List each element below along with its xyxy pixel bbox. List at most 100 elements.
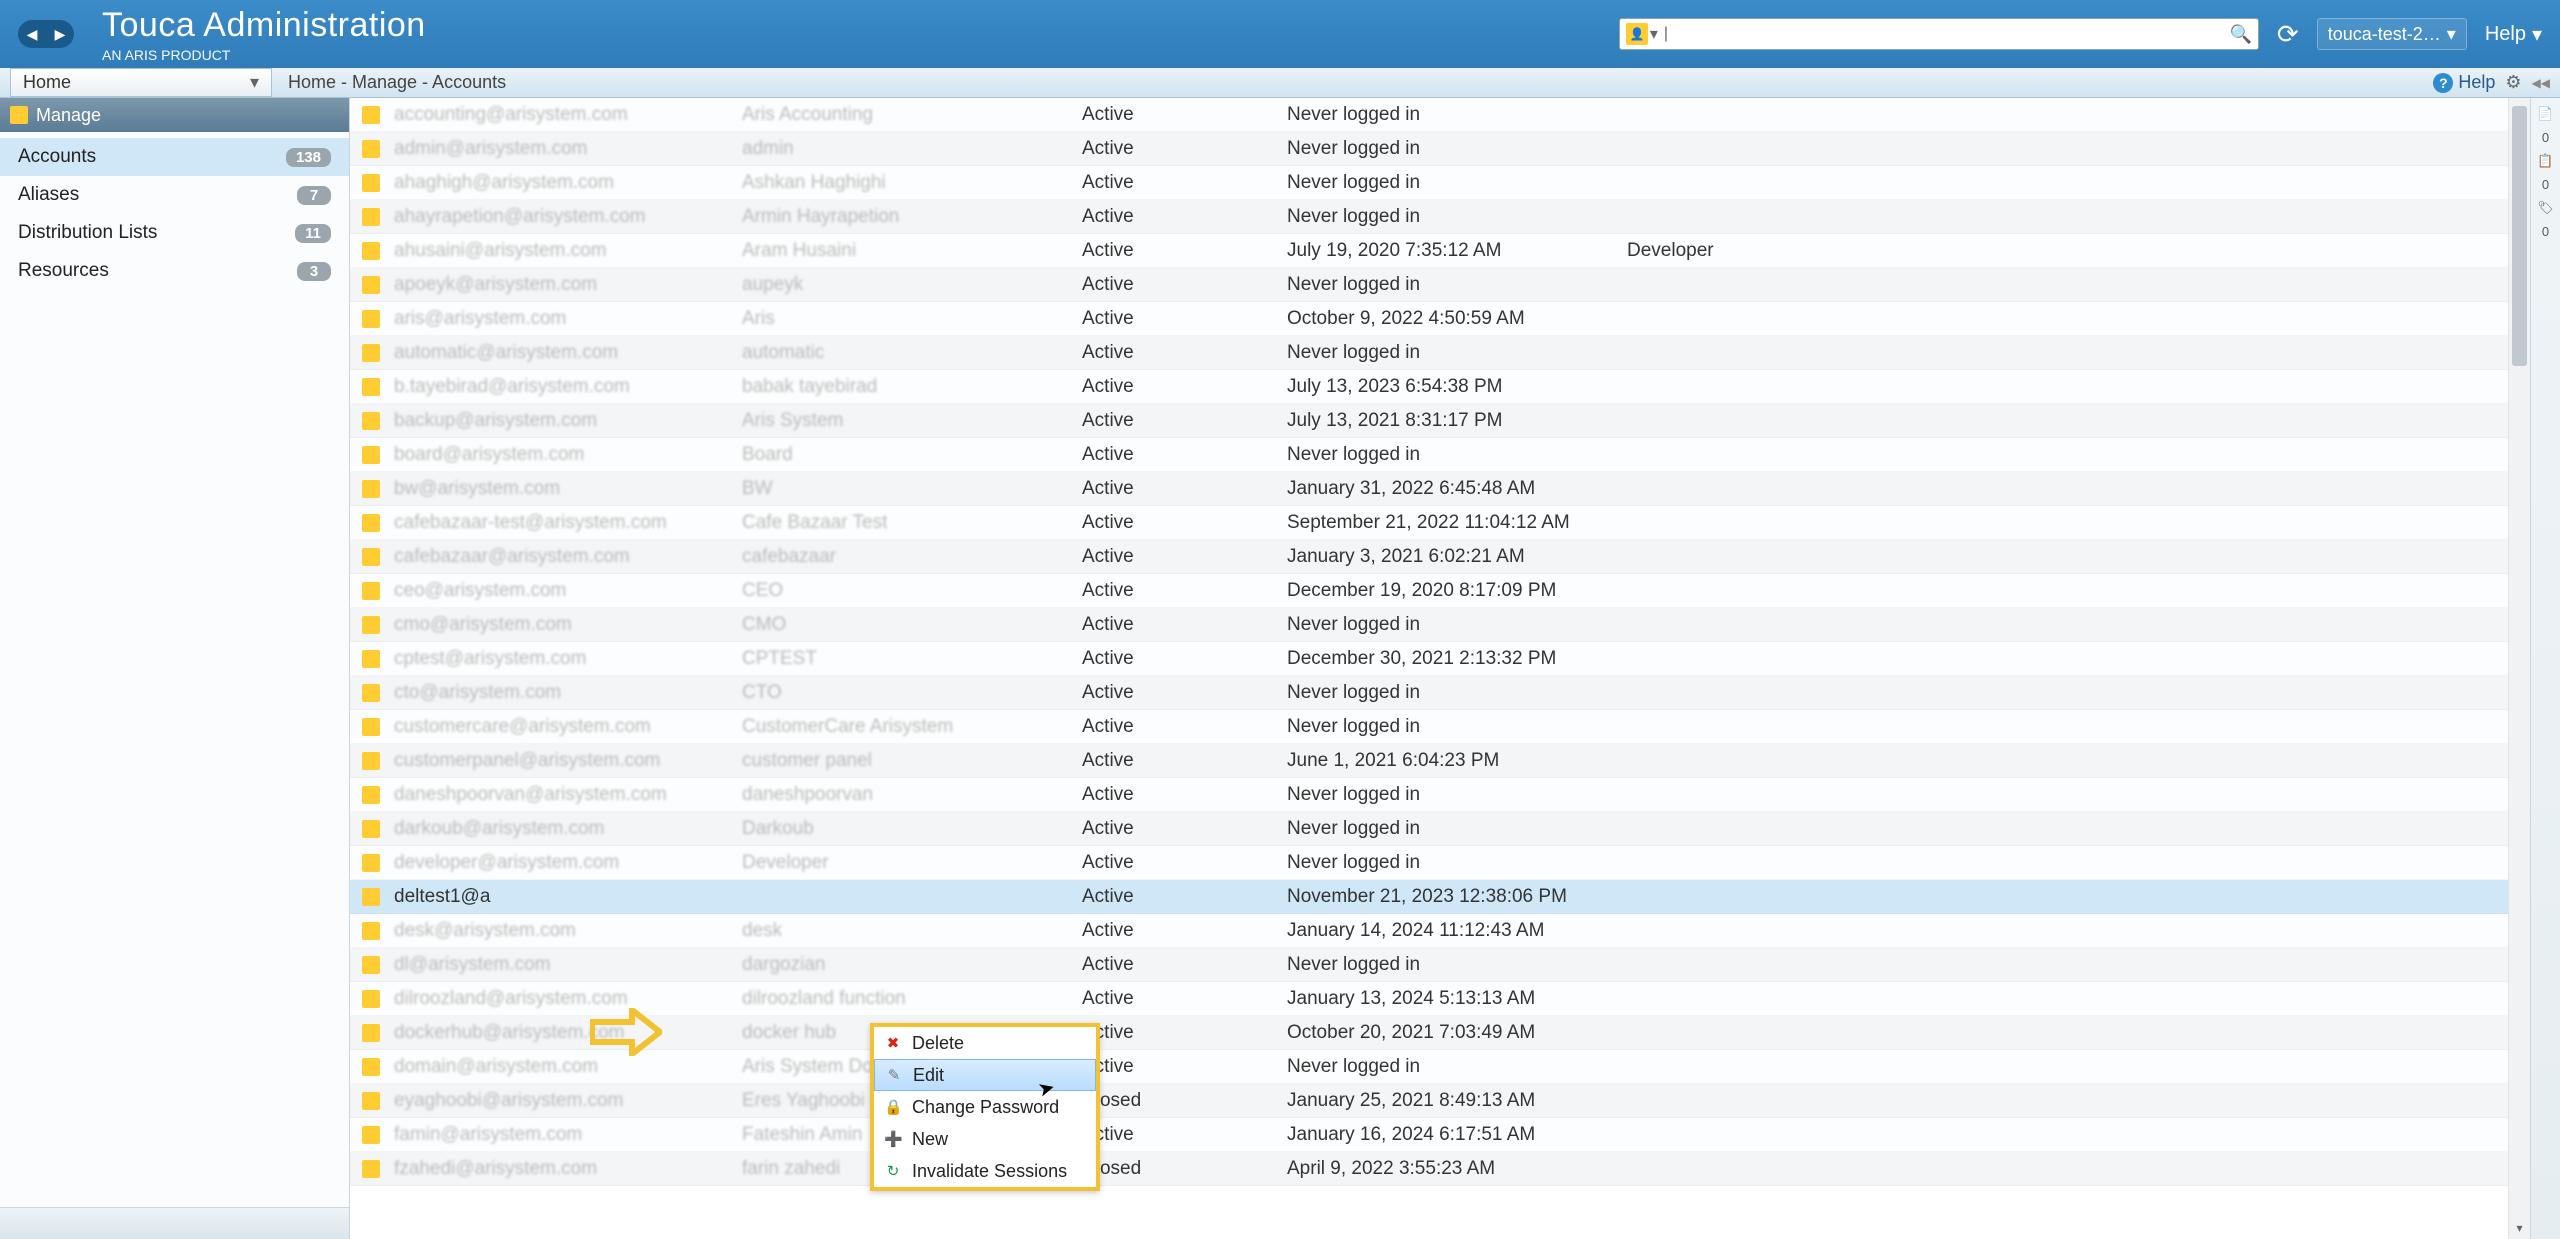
table-row[interactable]: ahayrapetion@arisystem.comArmin Hayrapet… xyxy=(350,200,2530,234)
cell-login: Never logged in xyxy=(1287,172,1627,194)
row-icon-cell xyxy=(350,412,392,430)
table-row[interactable]: ahusaini@arisystem.comAram HusainiActive… xyxy=(350,234,2530,268)
cell-name: customer panel xyxy=(742,750,1082,772)
person-icon xyxy=(362,378,380,396)
user-menu[interactable]: touca-test-2… ▾ xyxy=(2317,18,2467,50)
table-row[interactable]: cafebazaar@arisystem.comcafebazaarActive… xyxy=(350,540,2530,574)
nav-back-icon: ◀ xyxy=(27,26,38,43)
table-row[interactable]: cptest@arisystem.comCPTESTActiveDecember… xyxy=(350,642,2530,676)
search-icon[interactable]: 🔍 xyxy=(2230,24,2252,45)
ctx-item-new[interactable]: ➕New xyxy=(874,1123,1096,1155)
table-row[interactable]: cto@arisystem.comCTOActiveNever logged i… xyxy=(350,676,2530,710)
row-icon-cell xyxy=(350,1126,392,1144)
home-dropdown[interactable]: Home ▾ xyxy=(10,68,272,97)
nav-back-forward[interactable]: ◀ ▶ xyxy=(18,20,74,48)
nav-forward-icon: ▶ xyxy=(55,26,66,43)
table-row[interactable]: ahaghigh@arisystem.comAshkan HaghighiAct… xyxy=(350,166,2530,200)
sidebar-header[interactable]: Manage xyxy=(0,98,349,132)
table-row[interactable]: automatic@arisystem.comautomaticActiveNe… xyxy=(350,336,2530,370)
person-icon xyxy=(362,480,380,498)
search-input[interactable] xyxy=(1672,20,2230,48)
table-row[interactable]: dl@arisystem.comdargozianActiveNever log… xyxy=(350,948,2530,982)
table-row[interactable]: apoeyk@arisystem.comaupeykActiveNever lo… xyxy=(350,268,2530,302)
cell-email: domain@arisystem.com xyxy=(392,1056,742,1078)
table-row[interactable]: cafebazaar-test@arisystem.comCafe Bazaar… xyxy=(350,506,2530,540)
ctx-item-delete[interactable]: ✖Delete xyxy=(874,1027,1096,1059)
person-icon xyxy=(362,922,380,940)
rail-icon-1[interactable]: 📄 xyxy=(2536,104,2556,124)
cell-email: cmo@arisystem.com xyxy=(392,614,742,636)
person-icon xyxy=(362,310,380,328)
cell-login: Never logged in xyxy=(1287,716,1627,738)
cell-email: darkoub@arisystem.com xyxy=(392,818,742,840)
table-row[interactable]: backup@arisystem.comAris SystemActiveJul… xyxy=(350,404,2530,438)
row-icon-cell xyxy=(350,446,392,464)
cell-login: September 21, 2022 11:04:12 AM xyxy=(1287,512,1627,534)
cell-status: Closed xyxy=(1082,1158,1287,1180)
cell-status: Active xyxy=(1082,274,1287,296)
cell-email: board@arisystem.com xyxy=(392,444,742,466)
person-icon xyxy=(362,990,380,1008)
collapse-icon[interactable]: ◀◀ xyxy=(2532,76,2550,90)
row-icon-cell xyxy=(350,922,392,940)
dropdown-caret-icon[interactable]: ▾ xyxy=(1648,24,1660,44)
table-row[interactable]: customerpanel@arisystem.comcustomer pane… xyxy=(350,744,2530,778)
table-row[interactable]: dilroozland@arisystem.comdilroozland fun… xyxy=(350,982,2530,1016)
refresh-icon[interactable]: ⟳ xyxy=(2277,19,2299,50)
search-box[interactable]: 👤 ▾ | 🔍 xyxy=(1619,18,2259,50)
cell-email: dilroozland@arisystem.com xyxy=(392,988,742,1010)
table-row[interactable]: eyaghoobi@arisystem.comEres YaghoobiClos… xyxy=(350,1084,2530,1118)
table-row[interactable]: developer@arisystem.comDeveloperActiveNe… xyxy=(350,846,2530,880)
sidebar-item-distribution-lists[interactable]: Distribution Lists11 xyxy=(0,214,349,252)
table-row[interactable]: dockerhub@arisystem.comdocker hubActiveO… xyxy=(350,1016,2530,1050)
table-row[interactable]: fzahedi@arisystem.comfarin zahediClosedA… xyxy=(350,1152,2530,1186)
table-row[interactable]: domain@arisystem.comAris System DomainAc… xyxy=(350,1050,2530,1084)
cell-login: July 13, 2023 6:54:38 PM xyxy=(1287,376,1627,398)
sidebar-item-label: Aliases xyxy=(18,184,79,206)
table-row[interactable]: cmo@arisystem.comCMOActiveNever logged i… xyxy=(350,608,2530,642)
sidebar-item-count: 3 xyxy=(297,262,331,281)
ctx-item-invalidate-sessions[interactable]: ↻Invalidate Sessions xyxy=(874,1155,1096,1187)
table-row[interactable]: admin@arisystem.comadminActiveNever logg… xyxy=(350,132,2530,166)
cell-status: Active xyxy=(1082,954,1287,976)
cell-login: Never logged in xyxy=(1287,852,1627,874)
rail-icon-2[interactable]: 📋 xyxy=(2536,151,2556,171)
scroll-down-icon[interactable]: ▾ xyxy=(2509,1221,2530,1235)
table-row[interactable]: bw@arisystem.comBWActiveJanuary 31, 2022… xyxy=(350,472,2530,506)
row-icon-cell xyxy=(350,344,392,362)
vertical-scrollbar[interactable]: ▾ xyxy=(2508,98,2530,1239)
ctx-item-edit[interactable]: ✎Edit xyxy=(874,1059,1096,1091)
sidebar-item-accounts[interactable]: Accounts138 xyxy=(0,138,349,176)
cell-email: bw@arisystem.com xyxy=(392,478,742,500)
table-row[interactable]: daneshpoorvan@arisystem.comdaneshpoorvan… xyxy=(350,778,2530,812)
cell-name: CPTEST xyxy=(742,648,1082,670)
cell-status: Active xyxy=(1082,1022,1287,1044)
row-icon-cell xyxy=(350,140,392,158)
table-row[interactable]: desk@arisystem.comdeskActiveJanuary 14, … xyxy=(350,914,2530,948)
table-row[interactable]: famin@arisystem.comFateshin AminActiveJa… xyxy=(350,1118,2530,1152)
rail-icon-3[interactable]: 🏷 xyxy=(2536,198,2556,218)
table-row[interactable]: ceo@arisystem.comCEOActiveDecember 19, 2… xyxy=(350,574,2530,608)
table-row[interactable]: aris@arisystem.comArisActiveOctober 9, 2… xyxy=(350,302,2530,336)
cell-name: aupeyk xyxy=(742,274,1082,296)
cell-name: cafebazaar xyxy=(742,546,1082,568)
row-icon-cell xyxy=(350,616,392,634)
table-row[interactable]: b.tayebirad@arisystem.combabak tayebirad… xyxy=(350,370,2530,404)
sidebar-item-aliases[interactable]: Aliases7 xyxy=(0,176,349,214)
table-row[interactable]: darkoub@arisystem.comDarkoubActiveNever … xyxy=(350,812,2530,846)
table-row[interactable]: deltest1@aActiveNovember 21, 2023 12:38:… xyxy=(350,880,2530,914)
sidebar-item-resources[interactable]: Resources3 xyxy=(0,252,349,290)
table-row[interactable]: board@arisystem.comBoardActiveNever logg… xyxy=(350,438,2530,472)
row-icon-cell xyxy=(350,1092,392,1110)
help-icon: ? xyxy=(2433,73,2453,93)
help-button[interactable]: ? Help xyxy=(2433,72,2495,93)
breadcrumb[interactable]: Home - Manage - Accounts xyxy=(272,68,2423,97)
row-icon-cell xyxy=(350,718,392,736)
scroll-thumb[interactable] xyxy=(2512,106,2527,366)
help-menu[interactable]: Help ▾ xyxy=(2485,22,2542,47)
table-row[interactable]: accounting@arisystem.comAris AccountingA… xyxy=(350,98,2530,132)
ctx-item-change-password[interactable]: 🔒Change Password xyxy=(874,1091,1096,1123)
ctx-item-label: Delete xyxy=(912,1033,964,1054)
gear-icon[interactable]: ⚙ xyxy=(2505,72,2521,93)
table-row[interactable]: customercare@arisystem.comCustomerCare A… xyxy=(350,710,2530,744)
